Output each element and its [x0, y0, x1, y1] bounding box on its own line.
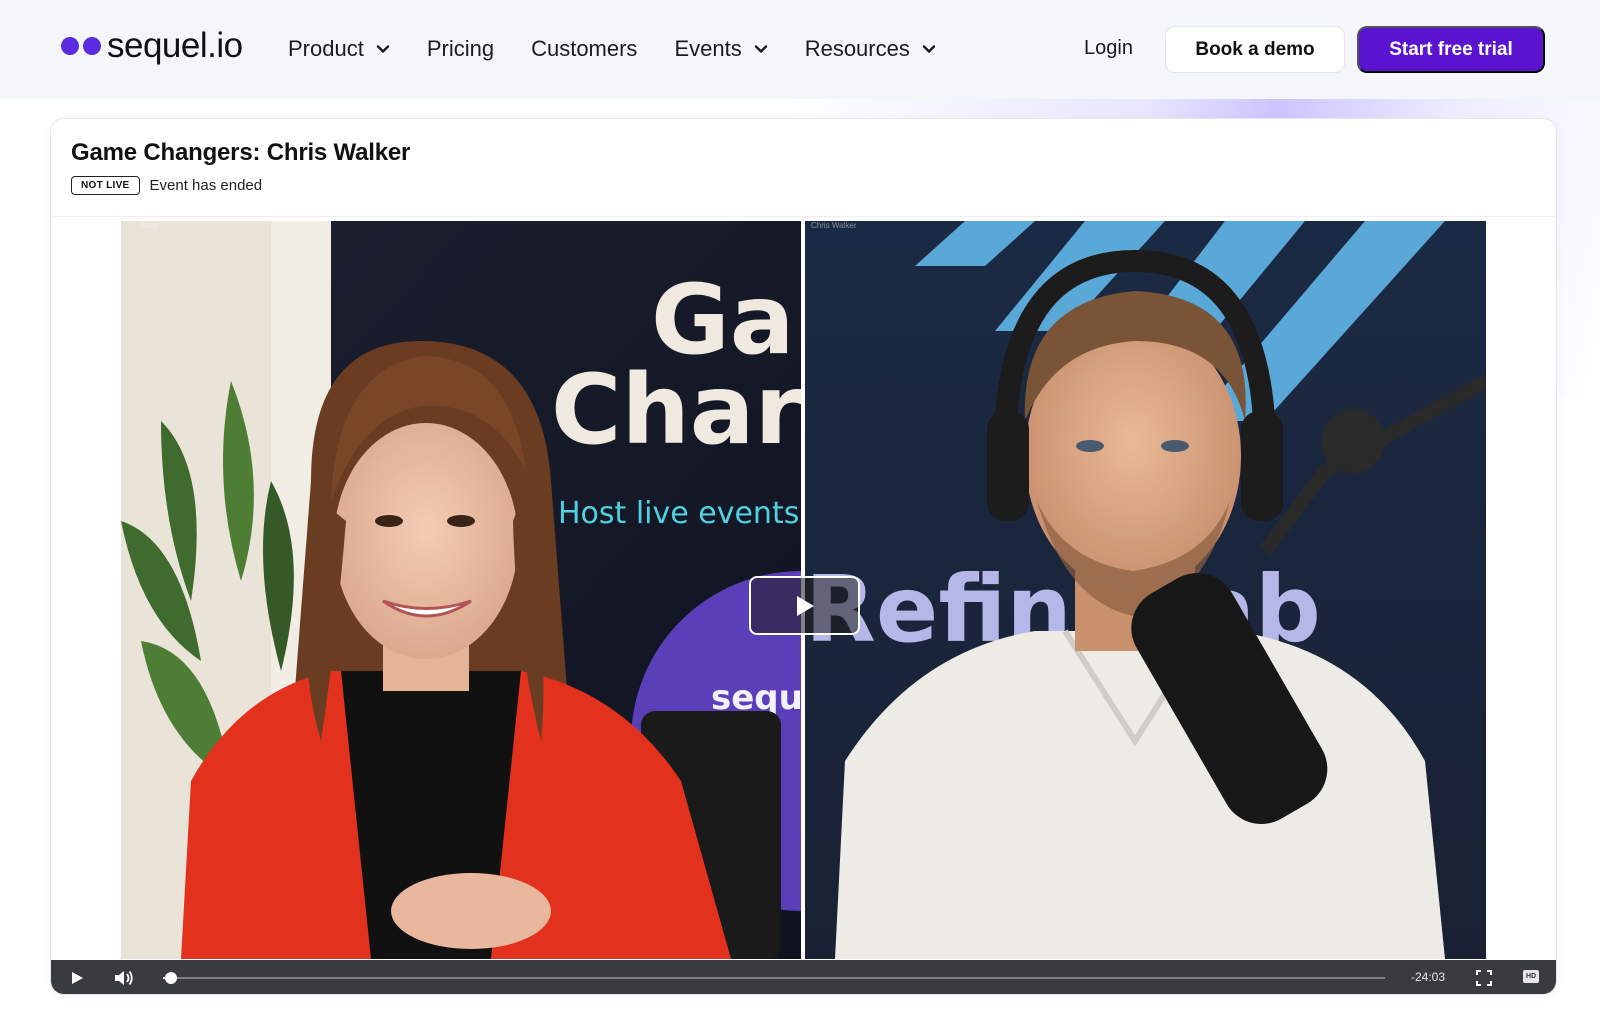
progress-handle[interactable] [165, 972, 177, 984]
video-player[interactable]: Ga Char Host live events sequ Dani Refin… [51, 218, 1556, 994]
nav-resources[interactable]: Resources [805, 36, 936, 62]
nav-pricing[interactable]: Pricing [427, 36, 494, 62]
speaker-left-name: Dani [141, 221, 158, 230]
video-control-bar: -24:03 HD [51, 960, 1556, 994]
top-nav: sequel.io Product Pricing Customers Even… [0, 0, 1600, 99]
login-link[interactable]: Login [1084, 37, 1133, 60]
speaker-feed-left: Ga Char Host live events sequ Dani [121, 221, 801, 959]
sequel-logo[interactable]: sequel.io [61, 26, 243, 66]
speaker-left-video-frame: Ga Char Host live events sequ [121, 221, 801, 959]
event-status-row: NOT LIVE Event has ended [71, 176, 1536, 195]
nav-resources-label: Resources [804, 36, 910, 61]
nav-customers-label: Customers [531, 36, 638, 61]
time-remaining: -24:03 [1411, 970, 1446, 984]
event-header: Game Changers: Chris Walker NOT LIVE Eve… [51, 119, 1556, 217]
logo-text: sequel.io [107, 26, 243, 65]
speaker-right-name: Chris Walker [811, 221, 857, 230]
event-title: Game Changers: Chris Walker [71, 139, 411, 166]
big-play-button[interactable] [749, 576, 860, 635]
speaker-feed-right: RefineLab Chris Walker [805, 221, 1486, 959]
book-demo-button[interactable]: Book a demo [1165, 26, 1345, 73]
nav-product[interactable]: Product [288, 36, 390, 62]
nav-pricing-label: Pricing [426, 36, 495, 61]
nav-customers[interactable]: Customers [531, 36, 637, 62]
chevron-down-icon [922, 42, 936, 56]
start-free-trial-button[interactable]: Start free trial [1357, 26, 1545, 73]
event-status-text: Event has ended [149, 177, 263, 194]
main-menu: Product Pricing Customers Events Resourc… [288, 36, 973, 62]
play-icon[interactable] [68, 969, 86, 987]
chevron-down-icon [376, 42, 390, 56]
nav-events-label: Events [674, 36, 742, 61]
logo-dot [83, 37, 101, 55]
logo-dot [61, 37, 79, 55]
chevron-down-icon [754, 42, 768, 56]
play-icon [796, 595, 814, 616]
backdrop-text-line2: Char [551, 354, 801, 466]
hd-icon[interactable]: HD [1523, 970, 1539, 983]
fullscreen-icon[interactable] [1475, 969, 1493, 987]
nav-product-label: Product [288, 36, 364, 61]
speaker-right-video-frame: RefineLab [805, 221, 1486, 959]
nav-events[interactable]: Events [674, 36, 767, 62]
volume-icon[interactable] [113, 968, 135, 988]
not-live-badge: NOT LIVE [71, 176, 140, 195]
event-card: Game Changers: Chris Walker NOT LIVE Eve… [50, 118, 1557, 995]
backdrop-tagline: Host live events [558, 496, 799, 531]
logo-dots-icon [61, 37, 101, 55]
progress-bar[interactable] [163, 972, 1385, 984]
